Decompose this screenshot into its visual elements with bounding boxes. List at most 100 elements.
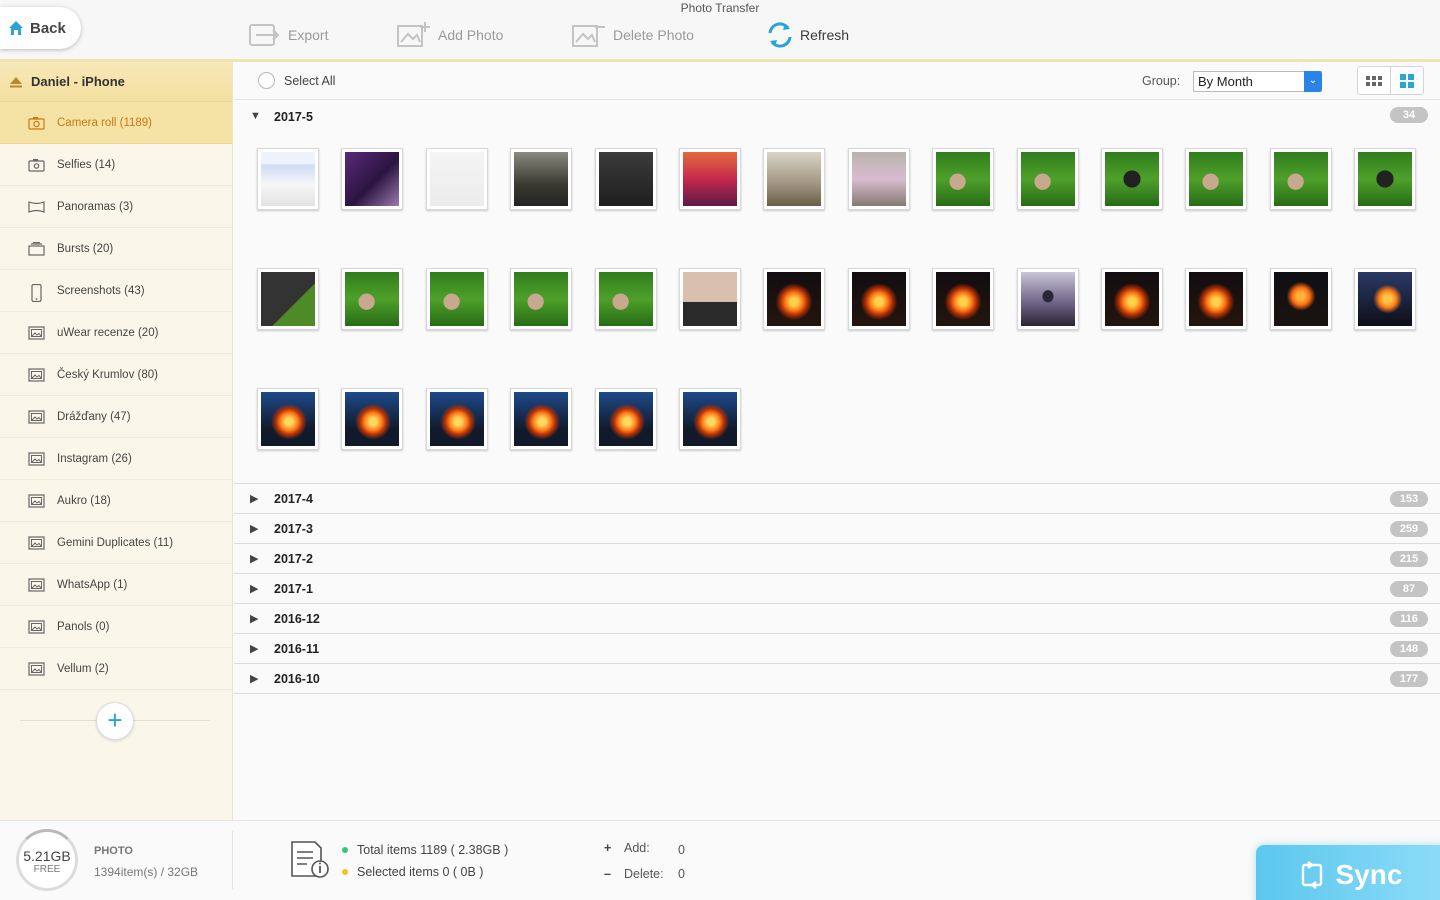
section-row[interactable]: ▶ 2016-11 148 [234,634,1440,664]
export-button[interactable]: Export [248,18,328,52]
sidebar-item[interactable]: Bursts (20) [0,228,232,270]
photo-thumbnail[interactable] [341,148,404,210]
photo-thumbnail[interactable] [932,148,995,210]
sidebar-item[interactable]: Selfies (14) [0,144,232,186]
photo-thumbnail[interactable] [679,268,741,330]
section-row[interactable]: ▶ 2016-12 116 [234,604,1440,634]
small-grid-view-button[interactable] [1358,67,1391,94]
photo-thumbnail[interactable] [932,268,995,330]
section-row[interactable]: ▶ 2017-2 215 [234,544,1440,574]
photo-thumbnail[interactable] [847,148,910,210]
photo-thumbnail[interactable] [1101,148,1163,210]
sidebar-item[interactable]: Český Krumlov (80) [0,354,232,396]
refresh-button[interactable]: Refresh [766,18,849,52]
photo-image [345,152,400,206]
collapse-triangle-icon: ▼ [250,110,261,122]
expand-triangle-icon: ▶ [250,613,259,625]
sidebar-item-label: Panols (0) [57,620,110,633]
free-size: 5.21GB [23,848,71,864]
sidebar-item[interactable]: WhatsApp (1) [0,564,232,606]
section-row[interactable]: ▶ 2016-10 177 [234,664,1440,694]
sidebar-item[interactable]: Drážďany (47) [0,396,232,438]
photo-image [1020,152,1075,206]
photo-thumbnail[interactable] [510,268,573,330]
select-all-checkbox[interactable] [258,72,275,89]
photo-image [261,152,315,206]
photo-thumbnail[interactable] [1101,268,1163,330]
photo-thumbnail[interactable] [679,148,741,210]
sidebar-item[interactable]: uWear recenze (20) [0,312,232,354]
delete-photo-button[interactable]: Delete Photo [571,18,694,52]
total-items: Total items 1189 ( 2.38GB ) [342,843,508,857]
section-row[interactable]: ▶ 2017-1 87 [234,574,1440,604]
sidebar-item[interactable]: Panols (0) [0,606,232,648]
expand-triangle-icon: ▶ [250,643,259,655]
photo-thumbnail[interactable] [257,148,319,210]
group-select[interactable]: By Month ⌄ [1193,71,1322,92]
sidebar-item[interactable]: Camera roll (1189) [0,102,232,144]
photo-image [261,272,315,326]
photo-image [1105,152,1159,206]
section-row-open[interactable]: ▼ 2017-5 34 [234,100,1440,138]
category-label: PHOTO [94,845,133,857]
photo-thumbnail[interactable] [847,268,910,330]
sidebar-item[interactable]: Aukro (18) [0,480,232,522]
photo-thumbnail[interactable] [425,388,488,450]
photo-thumbnail[interactable] [1354,148,1417,210]
sidebar-item[interactable]: Screenshots (43) [0,270,232,312]
home-icon [9,21,23,35]
photo-thumbnail[interactable] [425,148,488,210]
photo-thumbnail[interactable] [1185,148,1248,210]
sidebar-item[interactable]: Instagram (26) [0,438,232,480]
photo-thumbnail[interactable] [425,268,488,330]
main-header: Select All Group: By Month ⌄ [234,62,1440,100]
photo-thumbnail[interactable] [510,388,573,450]
back-button[interactable]: Back [0,7,81,49]
photo-thumbnail[interactable] [594,388,657,450]
album-list: Camera roll (1189) Selfies (14) Panoramas … [0,102,232,690]
photo-thumbnail[interactable] [1016,268,1079,330]
sidebar-item[interactable]: Vellum (2) [0,648,232,690]
sidebar-item-label: Vellum (2) [57,662,109,675]
photo-thumbnail[interactable] [1269,148,1332,210]
photo-thumbnail[interactable] [1185,268,1248,330]
photo-thumbnail[interactable] [257,388,319,450]
selected-items: Selected items 0 ( 0B ) [342,865,483,879]
photo-thumbnail[interactable] [763,268,826,330]
export-icon [249,24,280,46]
delete-value: 0 [678,867,685,881]
photo-thumbnail[interactable] [341,388,404,450]
photo-thumbnail[interactable] [679,388,741,450]
photo-thumbnail[interactable] [257,268,319,330]
free-label: FREE [33,864,61,875]
photo-thumbnail[interactable] [510,148,573,210]
photo-image [429,272,484,326]
photo-thumbnail[interactable] [763,148,826,210]
chevron-down-icon: ⌄ [1304,71,1322,92]
photo-thumbnail[interactable] [1269,268,1332,330]
photo-thumbnail[interactable] [594,268,657,330]
device-header[interactable]: Daniel - iPhone [0,62,232,102]
large-grid-view-button[interactable] [1391,67,1423,94]
group-value: By Month [1198,74,1253,89]
expand-triangle-icon: ▶ [250,553,259,565]
sync-button[interactable]: Sync [1256,845,1440,900]
select-all-label[interactable]: Select All [284,74,335,88]
section-label: 2017-5 [274,110,313,124]
photo-thumbnail[interactable] [341,268,404,330]
section-list: ▶ 2017-4 153 ▶ 2017-3 259 ▶ 2017-2 215 ▶ 2017-1 87 ▶… [234,484,1440,694]
sidebar-item[interactable]: Panoramas (3) [0,186,232,228]
sidebar-item[interactable]: Gemini Duplicates (11) [0,522,232,564]
photo-thumbnail[interactable] [1354,268,1417,330]
sync-icon [1301,861,1322,889]
photo-thumbnail[interactable] [1016,148,1079,210]
photo-thumbnail[interactable] [594,148,657,210]
photo-image [429,392,484,446]
photo-image [936,152,991,206]
photo-image [683,392,737,446]
section-row[interactable]: ▶ 2017-4 153 [234,484,1440,514]
add-album-button[interactable]: + [96,702,134,740]
divider [232,831,233,889]
add-photo-button[interactable]: Add Photo [396,18,503,52]
section-row[interactable]: ▶ 2017-3 259 [234,514,1440,544]
